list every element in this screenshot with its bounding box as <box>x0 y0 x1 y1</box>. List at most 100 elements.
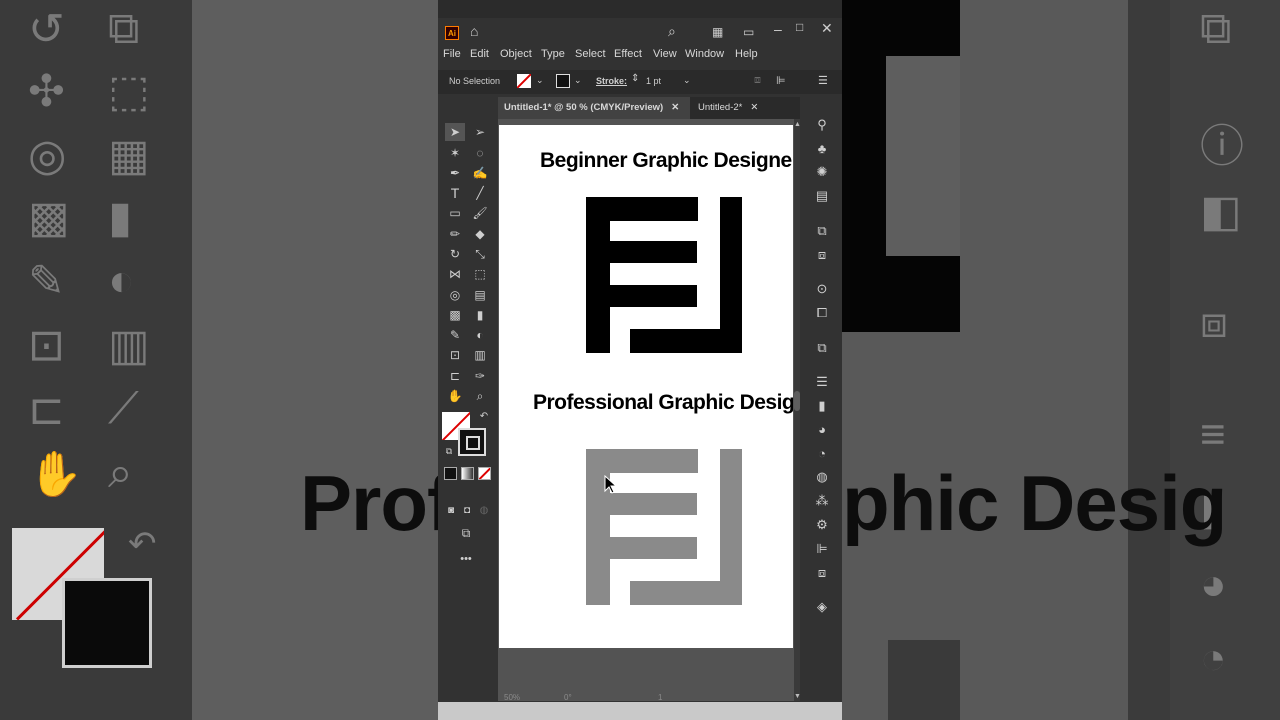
menu-edit[interactable]: Edit <box>470 48 489 60</box>
shaper-tool-icon[interactable]: ✏ <box>445 225 465 243</box>
column-graph-tool-icon[interactable]: ▥ <box>470 346 490 364</box>
transform-panel-icon[interactable]: ⧉ <box>812 339 832 357</box>
adjustments-panel-icon[interactable]: ⚙ <box>812 516 832 534</box>
tab-close-icon[interactable]: ✕ <box>671 102 679 113</box>
stroke-stepper-icon[interactable]: ⇕ <box>631 73 639 84</box>
screen-mode-icon[interactable]: ⧉ <box>456 524 476 542</box>
stroke-swatch[interactable] <box>556 74 570 88</box>
artboards-icon[interactable]: ⧈ <box>812 246 832 264</box>
transparency-panel-icon[interactable]: ◔ <box>812 445 832 463</box>
tab-untitled-1[interactable]: Untitled-1* @ 50 % (CMYK/Preview) ✕ <box>498 97 690 119</box>
heading-professional[interactable]: Professional Graphic Designer <box>533 391 793 415</box>
gradient-mode-icon[interactable] <box>461 467 474 480</box>
search-icon[interactable]: ⌕ <box>668 23 676 40</box>
tab-untitled-2[interactable]: Untitled-2* ✕ <box>692 97 782 119</box>
perspective-grid-tool-icon[interactable]: ▤ <box>470 286 490 304</box>
width-tool-icon[interactable]: ⋈ <box>445 265 465 283</box>
rotate-tool-icon[interactable]: ↻ <box>445 245 465 263</box>
menu-view[interactable]: View <box>653 48 677 60</box>
lasso-icon[interactable]: ◌ <box>470 144 490 162</box>
image-trace-icon[interactable]: ⊙ <box>812 280 832 298</box>
layers-panel-icon[interactable]: ◈ <box>812 598 832 616</box>
logo-professional[interactable] <box>586 449 742 605</box>
free-transform-tool-icon[interactable]: ⬚ <box>470 265 490 283</box>
canvas-area[interactable]: Beginner Graphic Designer Professional G… <box>498 119 801 701</box>
color-panel-icon[interactable]: ◕ <box>812 421 832 439</box>
eyedropper-tool-icon[interactable]: ✎ <box>445 326 465 344</box>
minimize-icon[interactable]: – <box>774 21 782 37</box>
workspace-icon[interactable]: ▦ <box>712 25 723 39</box>
fill-swatch[interactable] <box>517 74 531 88</box>
stroke-panel-icon[interactable]: ☰ <box>812 373 832 391</box>
stroke-label[interactable]: Stroke: <box>596 76 627 86</box>
artboard[interactable]: Beginner Graphic Designer Professional G… <box>499 125 793 648</box>
close-icon[interactable]: ✕ <box>821 20 833 37</box>
symbol-sprayer-tool-icon[interactable]: ⊡ <box>445 346 465 364</box>
arrange-documents-icon[interactable]: ▭ <box>743 25 754 39</box>
blend-tool-icon[interactable]: ◐ <box>470 326 490 344</box>
brushes-icon[interactable]: ✺ <box>812 163 832 181</box>
menu-select[interactable]: Select <box>575 48 606 60</box>
menu-type[interactable]: Type <box>541 48 565 60</box>
menu-effect[interactable]: Effect <box>614 48 642 60</box>
swap-fill-stroke-icon[interactable]: ↶ <box>474 408 494 426</box>
pathfinder-panel-icon[interactable]: ⧈ <box>812 564 832 582</box>
heading-beginner[interactable]: Beginner Graphic Designer <box>540 149 793 173</box>
align-icon[interactable]: ⧈ <box>754 74 761 87</box>
paintbrush-icon[interactable]: 🖌 <box>470 204 490 222</box>
gradient-panel-icon[interactable]: ▮ <box>812 397 832 415</box>
export-asset-icon[interactable]: ⧉ <box>812 222 832 240</box>
properties-icon[interactable]: ⚲ <box>812 116 832 134</box>
zoom-tool-icon[interactable]: ⌕ <box>470 387 490 405</box>
pen-tool-icon[interactable]: ✒ <box>445 164 465 182</box>
stroke-weight-dropdown-icon[interactable]: ⌄ <box>683 75 691 86</box>
color-palette-icon: ◕ <box>1200 560 1227 609</box>
tab-close-icon[interactable]: ✕ <box>750 102 758 113</box>
default-colors-icon[interactable]: ⧉ <box>439 442 459 460</box>
menu-object[interactable]: Object <box>500 48 532 60</box>
slice-tool-icon[interactable]: ✑ <box>470 367 490 385</box>
direct-selection-tool-icon[interactable]: ➢ <box>470 123 490 141</box>
swatches-icon[interactable]: ▤ <box>812 187 832 205</box>
shape-builder-tool-icon[interactable]: ◎ <box>445 286 465 304</box>
selection-tool-icon[interactable]: ➤ <box>445 123 465 141</box>
draw-inside-icon[interactable]: ◍ <box>474 502 494 520</box>
line-tool-icon[interactable]: ╱ <box>470 184 490 202</box>
align-panel-icon[interactable]: ⊫ <box>812 540 832 558</box>
menu-window[interactable]: Window <box>685 48 724 60</box>
artboard-number[interactable]: 1 <box>658 693 662 702</box>
scale-tool-icon[interactable]: ⤡ <box>470 245 490 263</box>
home-icon[interactable]: ⌂ <box>470 23 478 39</box>
maximize-icon[interactable]: □ <box>796 20 803 34</box>
none-mode-icon[interactable] <box>478 467 491 480</box>
zoom-level[interactable]: 50% <box>504 693 520 702</box>
menu-help[interactable]: Help <box>735 48 758 60</box>
stroke-weight-value[interactable]: 1 pt <box>646 76 661 86</box>
appearance-panel-icon[interactable]: ◍ <box>812 468 832 486</box>
logo-beginner[interactable] <box>586 197 742 353</box>
gradient-tool-icon[interactable]: ▮ <box>470 306 490 324</box>
color-mode-icon[interactable] <box>444 467 457 480</box>
align-left-icon[interactable]: ⊫ <box>776 74 786 87</box>
mesh-tool-icon[interactable]: ▩ <box>445 306 465 324</box>
panel-menu-icon[interactable]: ☰ <box>818 74 828 87</box>
stroke-dropdown-icon[interactable]: ⌄ <box>574 75 582 86</box>
scroll-up-icon[interactable]: ▲ <box>794 121 801 128</box>
eraser-icon[interactable]: ◆ <box>470 225 490 243</box>
libraries-icon[interactable]: ♣ <box>812 140 832 158</box>
rectangle-tool-icon[interactable]: ▭ <box>445 204 465 222</box>
more-tools-icon[interactable]: ••• <box>456 550 476 568</box>
symbols-panel-icon[interactable]: ⁂ <box>812 492 832 510</box>
menu-file[interactable]: File <box>443 48 461 60</box>
type-tool-icon[interactable]: T <box>445 184 465 202</box>
vertical-scrollbar[interactable]: ▲ ▼ <box>794 119 801 701</box>
rotate-view-angle[interactable]: 0° <box>564 693 572 702</box>
links-icon[interactable]: ⧠ <box>812 304 832 322</box>
curvature-tool-icon[interactable]: ✍ <box>470 164 490 182</box>
hand-tool-icon[interactable]: ✋ <box>445 387 465 405</box>
fill-dropdown-icon[interactable]: ⌄ <box>536 75 544 86</box>
scroll-thumb[interactable] <box>794 391 800 411</box>
artboard-tool-icon[interactable]: ⊏ <box>445 367 465 385</box>
stroke-color-box[interactable] <box>458 428 486 456</box>
magic-wand-icon[interactable]: ✶ <box>445 144 465 162</box>
